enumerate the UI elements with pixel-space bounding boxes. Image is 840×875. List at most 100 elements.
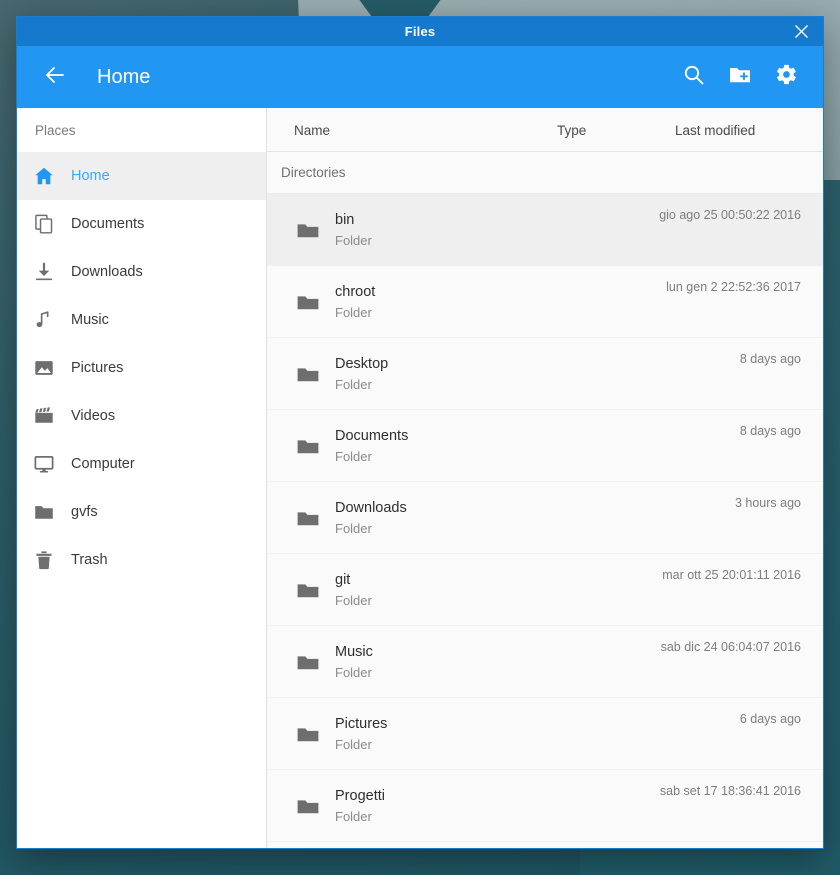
- sidebar-item-label: Documents: [71, 216, 144, 232]
- close-icon: [794, 24, 809, 39]
- sidebar-item-videos[interactable]: Videos: [17, 392, 266, 440]
- file-name-cell: chroot Folder: [335, 284, 666, 320]
- file-type: Folder: [335, 521, 735, 536]
- file-last-modified: gio ago 25 00:50:22 2016: [659, 208, 801, 222]
- window-title: Files: [405, 24, 436, 39]
- file-name-cell: Downloads Folder: [335, 500, 735, 536]
- folder-icon: [281, 577, 335, 603]
- search-icon: [683, 64, 705, 91]
- trash-icon: [17, 549, 71, 571]
- folder-icon: [281, 649, 335, 675]
- file-last-modified: 3 hours ago: [735, 496, 801, 510]
- table-row[interactable]: Desktop Folder8 days ago: [267, 338, 823, 410]
- sidebar-item-documents[interactable]: Documents: [17, 200, 266, 248]
- monitor-icon: [17, 453, 71, 475]
- file-type: Folder: [335, 305, 666, 320]
- file-last-modified: 8 days ago: [740, 424, 801, 438]
- sidebar-item-downloads[interactable]: Downloads: [17, 248, 266, 296]
- sidebar-item-home[interactable]: Home: [17, 152, 266, 200]
- music-note-icon: [17, 309, 71, 331]
- file-name-cell: bin Folder: [335, 212, 659, 248]
- page-title: Home: [97, 66, 671, 89]
- table-row[interactable]: bin Foldergio ago 25 00:50:22 2016: [267, 194, 823, 266]
- section-label-directories: Directories: [267, 152, 823, 194]
- sidebar-item-label: Trash: [71, 552, 108, 568]
- download-icon: [17, 261, 71, 283]
- folder-icon: [281, 505, 335, 531]
- sidebar-item-pictures[interactable]: Pictures: [17, 344, 266, 392]
- file-name-cell: git Folder: [335, 572, 662, 608]
- documents-icon: [17, 213, 71, 235]
- desktop-background: Files Home: [0, 0, 840, 875]
- table-row[interactable]: git Foldermar ott 25 20:01:11 2016: [267, 554, 823, 626]
- file-type: Folder: [335, 233, 659, 248]
- sidebar-item-label: Computer: [71, 456, 135, 472]
- file-name: Music: [335, 644, 661, 660]
- table-row[interactable]: Documents Folder8 days ago: [267, 410, 823, 482]
- file-name: Progetti: [335, 788, 660, 804]
- file-name: chroot: [335, 284, 666, 300]
- places-list: Home Documents Downloads Music Pictures Video…: [17, 152, 266, 584]
- files-window: Files Home: [16, 16, 824, 849]
- table-row[interactable]: Downloads Folder3 hours ago: [267, 482, 823, 554]
- table-row[interactable]: Pictures Folder6 days ago: [267, 698, 823, 770]
- folder-icon: [281, 217, 335, 243]
- app-toolbar: Home: [17, 46, 823, 108]
- places-header: Places: [17, 108, 266, 152]
- create-folder-icon: [728, 63, 752, 92]
- file-name-cell: Pictures Folder: [335, 716, 740, 752]
- file-last-modified: sab set 17 18:36:41 2016: [660, 784, 801, 798]
- file-list-pane: Name Type Last modified Directories bin F…: [267, 108, 823, 848]
- sidebar-item-label: Music: [71, 312, 109, 328]
- column-header-type[interactable]: Type: [557, 108, 586, 152]
- file-type: Folder: [335, 737, 740, 752]
- file-name: Pictures: [335, 716, 740, 732]
- image-icon: [17, 357, 71, 379]
- file-type: Folder: [335, 377, 740, 392]
- clapperboard-icon: [17, 405, 71, 427]
- file-type: Folder: [335, 809, 660, 824]
- file-last-modified: 6 days ago: [740, 712, 801, 726]
- create-folder-button[interactable]: [717, 54, 763, 100]
- sidebar-item-music[interactable]: Music: [17, 296, 266, 344]
- column-header-name[interactable]: Name: [294, 108, 330, 152]
- sidebar-item-label: Videos: [71, 408, 115, 424]
- file-last-modified: lun gen 2 22:52:36 2017: [666, 280, 801, 294]
- back-button[interactable]: [35, 57, 75, 97]
- sidebar-item-label: Home: [71, 168, 110, 184]
- window-body: Places Home Documents Downloads Music Pictur…: [17, 108, 823, 848]
- arrow-left-icon: [43, 63, 67, 92]
- sidebar-item-label: Downloads: [71, 264, 143, 280]
- places-sidebar: Places Home Documents Downloads Music Pictur…: [17, 108, 267, 848]
- file-name: Documents: [335, 428, 740, 444]
- file-name: Downloads: [335, 500, 735, 516]
- file-last-modified: sab dic 24 06:04:07 2016: [661, 640, 801, 654]
- file-last-modified: 8 days ago: [740, 352, 801, 366]
- sidebar-item-gvfs[interactable]: gvfs: [17, 488, 266, 536]
- table-row[interactable]: Music Foldersab dic 24 06:04:07 2016: [267, 626, 823, 698]
- file-name: git: [335, 572, 662, 588]
- file-name-cell: Progetti Folder: [335, 788, 660, 824]
- close-button[interactable]: [783, 17, 819, 46]
- search-button[interactable]: [671, 54, 717, 100]
- table-row[interactable]: chroot Folderlun gen 2 22:52:36 2017: [267, 266, 823, 338]
- sidebar-item-trash[interactable]: Trash: [17, 536, 266, 584]
- folder-icon: [17, 501, 71, 523]
- gear-icon: [775, 63, 798, 91]
- settings-button[interactable]: [763, 54, 809, 100]
- file-name: Desktop: [335, 356, 740, 372]
- home-icon: [17, 165, 71, 187]
- file-name: bin: [335, 212, 659, 228]
- file-name-cell: Desktop Folder: [335, 356, 740, 392]
- file-last-modified: mar ott 25 20:01:11 2016: [662, 568, 801, 582]
- column-header-last-modified[interactable]: Last modified: [675, 108, 755, 152]
- sidebar-item-computer[interactable]: Computer: [17, 440, 266, 488]
- file-type: Folder: [335, 593, 662, 608]
- file-type: Folder: [335, 449, 740, 464]
- column-header: Name Type Last modified: [267, 108, 823, 152]
- folder-icon: [281, 289, 335, 315]
- table-row[interactable]: Progetti Foldersab set 17 18:36:41 2016: [267, 770, 823, 842]
- file-type: Folder: [335, 665, 661, 680]
- file-name-cell: Documents Folder: [335, 428, 740, 464]
- folder-icon: [281, 361, 335, 387]
